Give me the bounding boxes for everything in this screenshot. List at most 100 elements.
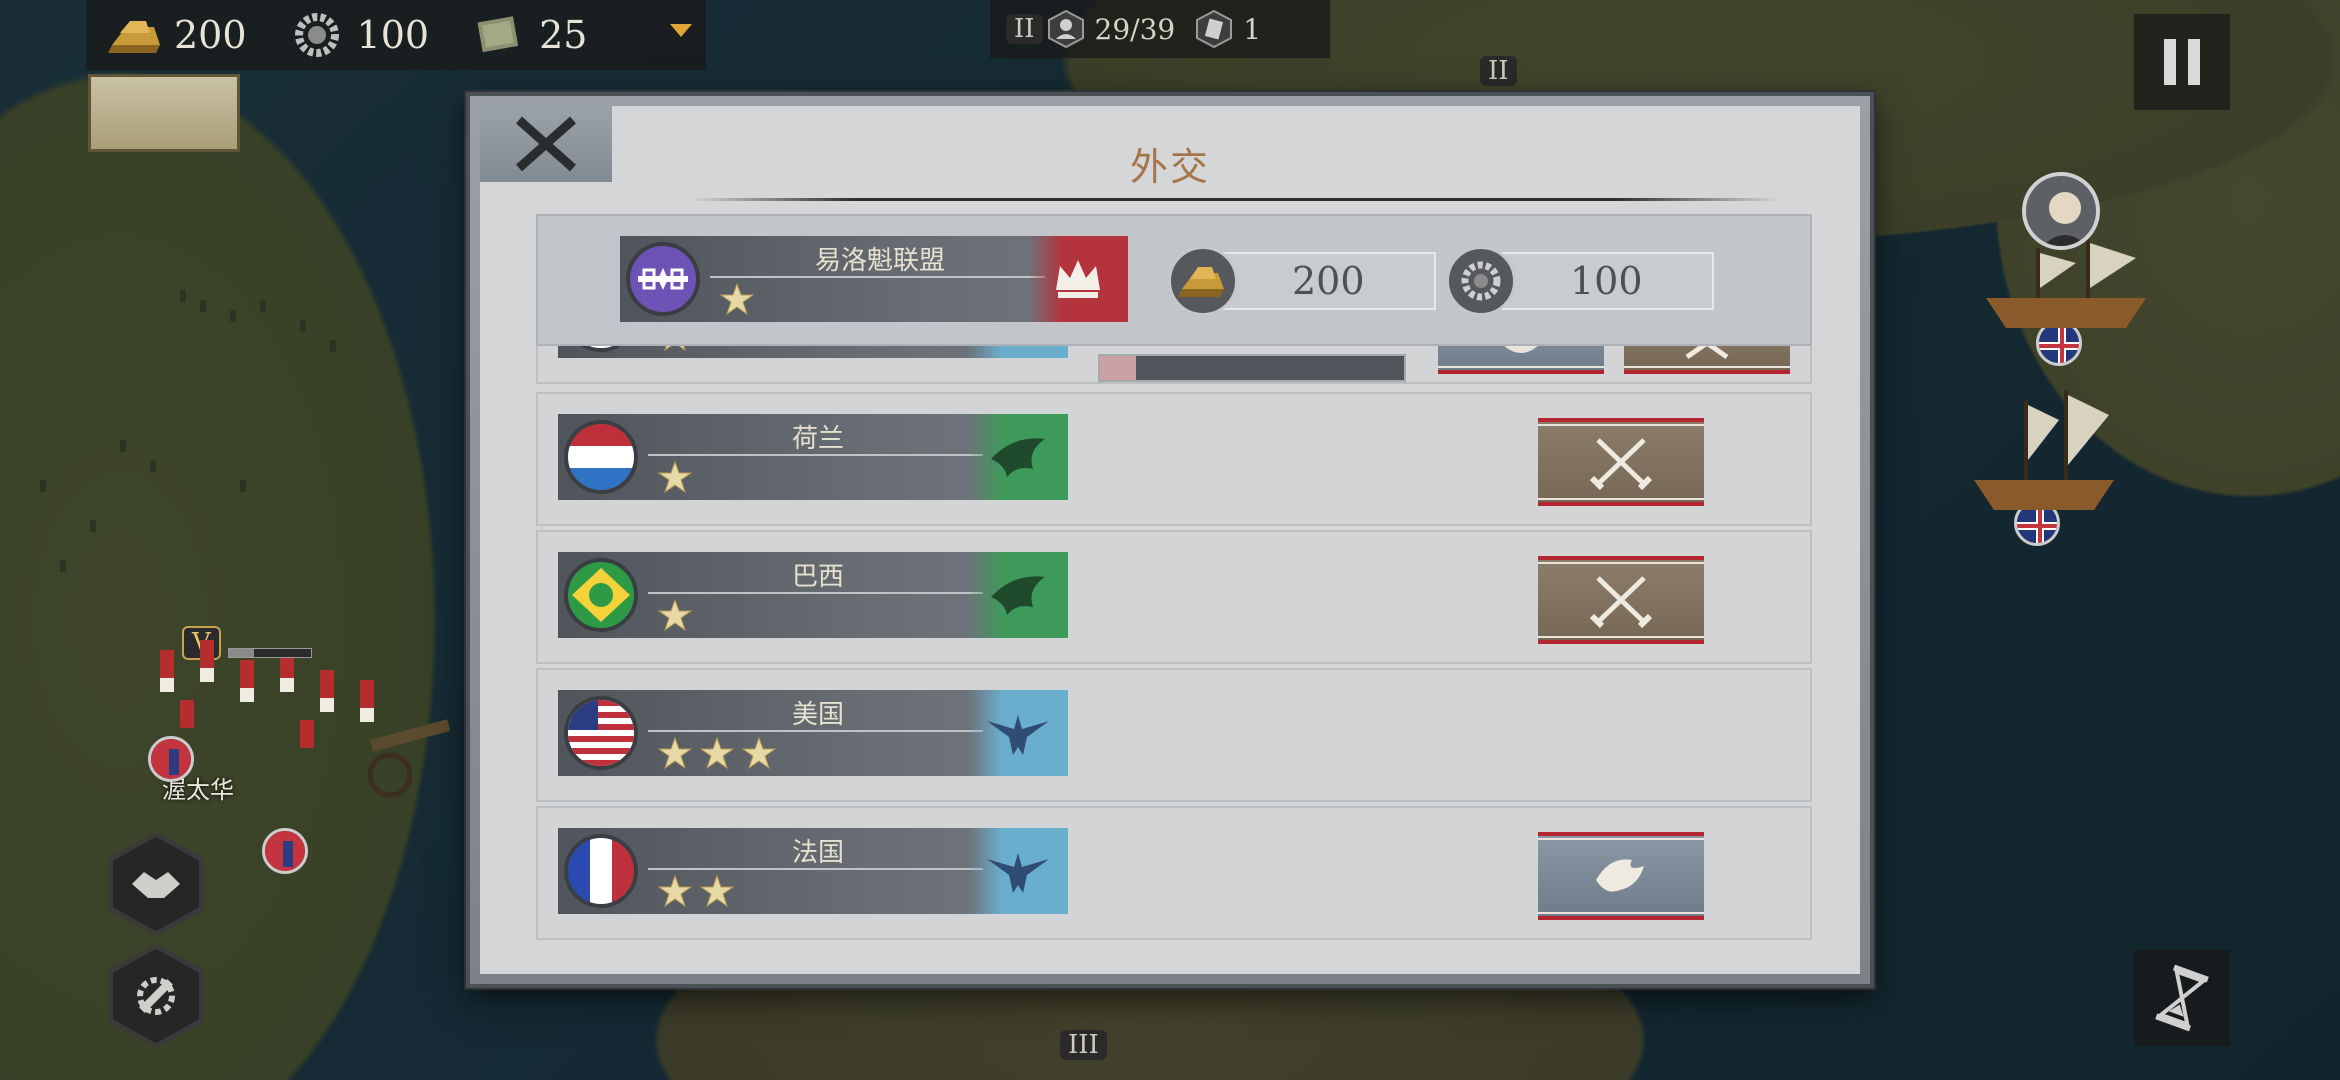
diplomacy-dialog: 外交 易洛魁联盟 200 100 荷兰 巴西 美国 法国	[466, 92, 1874, 988]
brazil-flag-icon	[564, 558, 638, 632]
player-gold-value: 200	[1292, 259, 1365, 303]
rank-badge: II	[1006, 14, 1043, 44]
handshake-icon	[132, 872, 180, 898]
star-icon	[657, 598, 693, 636]
relation-progress-fill	[1100, 356, 1137, 380]
eagle-icon	[968, 690, 1068, 776]
nation-stars	[658, 346, 692, 356]
dialog-title: 外交	[1129, 145, 1210, 189]
banner-divider	[648, 730, 983, 732]
star-icon	[657, 460, 693, 498]
nation-name: 法国	[791, 838, 844, 868]
player-stars	[719, 282, 755, 320]
list-item[interactable]: 巴西	[536, 530, 1812, 664]
pause-icon	[2164, 39, 2200, 85]
usa-flag-icon	[564, 696, 638, 770]
ship-unit[interactable]	[1964, 380, 2134, 524]
player-industry-box: 100	[1446, 246, 1714, 316]
war-button[interactable]	[1538, 556, 1704, 644]
banner-divider	[710, 276, 1045, 278]
gold-resource: 200	[104, 10, 247, 60]
crossed-swords-icon	[1589, 438, 1653, 491]
gear-icon	[1446, 246, 1516, 316]
star-icon	[658, 346, 692, 356]
crown-icon	[1028, 236, 1128, 322]
star-icon	[699, 736, 735, 774]
nation-stars	[657, 736, 777, 774]
minimap-thumbnail[interactable]	[88, 74, 240, 152]
nation-banner: 美国	[558, 690, 1068, 776]
hourglass-icon	[2155, 964, 2209, 1032]
peace-button[interactable]	[1538, 832, 1704, 920]
gold-icon	[104, 10, 164, 60]
nation-name: 美国	[791, 700, 844, 730]
star-icon	[657, 874, 693, 912]
list-item[interactable]: 法国	[536, 806, 1812, 940]
dove-scroll-icon	[1596, 859, 1644, 892]
relation-progress-bar	[1098, 354, 1406, 382]
uk-flag-icon[interactable]	[262, 828, 308, 874]
star-icon	[657, 736, 693, 774]
crossed-swords-icon	[1685, 346, 1729, 360]
chevron-down-icon[interactable]	[670, 24, 692, 37]
general-portrait[interactable]	[2022, 172, 2100, 250]
end-turn-button[interactable]	[2134, 950, 2230, 1046]
war-button[interactable]	[1624, 346, 1790, 374]
command-resource: 25	[469, 10, 587, 60]
wrench-gear-icon	[137, 977, 175, 1015]
nation-stars	[657, 598, 693, 636]
star-icon	[741, 736, 777, 774]
nation-banner: 荷兰	[558, 414, 1068, 500]
netherlands-flag-icon	[564, 420, 638, 494]
crossed-swords-icon	[1589, 576, 1653, 629]
card-icon	[1191, 6, 1237, 52]
iroquois-emblem-icon	[626, 242, 700, 316]
peace-button[interactable]	[1438, 346, 1604, 374]
nation-stars	[657, 874, 735, 912]
star-icon	[699, 874, 735, 912]
dialog-body: 外交 易洛魁联盟 200 100 荷兰 巴西 美国 法国	[480, 106, 1860, 974]
card-value: 1	[1243, 12, 1262, 46]
banner-divider	[648, 868, 983, 870]
nation-name: 荷兰	[791, 424, 844, 454]
banner-divider	[648, 454, 983, 456]
unit-health-bar	[228, 648, 312, 658]
nation-stars	[657, 460, 693, 498]
industry-resource: 100	[287, 10, 430, 60]
eagle-icon	[968, 346, 1068, 358]
army-unit[interactable]	[120, 590, 451, 834]
peace-scroll-icon	[1504, 346, 1538, 353]
star-icon	[719, 282, 755, 320]
list-item[interactable]: 荷兰	[536, 392, 1812, 526]
france-flag-icon	[564, 834, 638, 908]
industry-value: 100	[356, 13, 430, 57]
banner-divider	[648, 592, 983, 594]
army-badge-top[interactable]: II	[1480, 56, 1517, 86]
player-nation-name: 易洛魁联盟	[814, 246, 945, 276]
pause-button[interactable]	[2134, 14, 2230, 110]
population-value: 29/39	[1094, 12, 1176, 46]
gold-icon	[1168, 246, 1238, 316]
population-icon	[1043, 6, 1089, 52]
list-item[interactable]: 美国	[536, 668, 1812, 802]
army-badge-bottom[interactable]: III	[1060, 1030, 1107, 1060]
resource-bar: 200 100 25	[86, 0, 706, 70]
player-nation-row: 易洛魁联盟 200 100	[536, 214, 1812, 346]
nation-banner	[558, 346, 1068, 358]
command-value: 25	[539, 13, 588, 57]
player-nation-banner: 易洛魁联盟	[620, 236, 1128, 322]
eagle-icon	[968, 828, 1068, 914]
flag-icon	[564, 346, 638, 352]
player-industry-value: 100	[1570, 259, 1643, 303]
gold-value: 200	[174, 13, 247, 57]
dove-icon	[968, 414, 1068, 500]
list-item[interactable]	[536, 346, 1812, 384]
nation-name: 巴西	[791, 562, 844, 592]
gear-icon	[287, 10, 347, 60]
top-status-bar: II 29/39 1	[990, 0, 1330, 58]
war-button[interactable]	[1538, 418, 1704, 506]
nation-banner: 巴西	[558, 552, 1068, 638]
nation-list[interactable]: 荷兰 巴西 美国 法国	[536, 346, 1812, 972]
dove-icon	[968, 552, 1068, 638]
title-divider	[690, 198, 1780, 201]
